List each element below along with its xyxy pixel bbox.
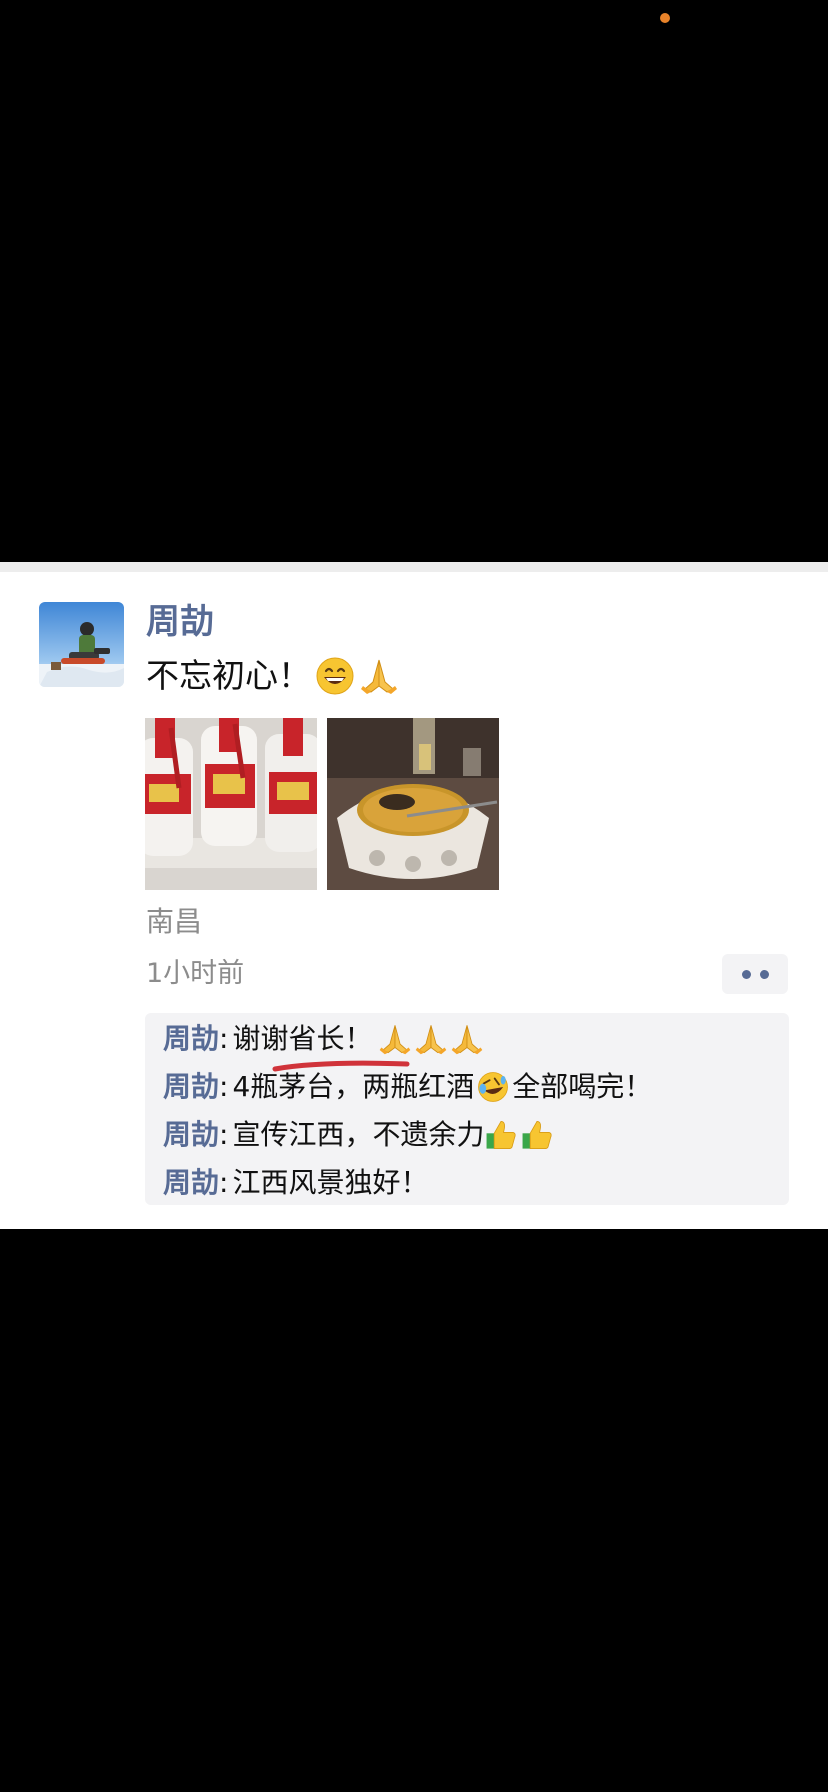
more-dot-icon: [741, 969, 751, 979]
folded-hands-emoji: [452, 1025, 483, 1055]
photo-thumbnail-moutai-bottles[interactable]: [145, 718, 317, 890]
comment-author[interactable]: 周劼: [163, 1115, 219, 1155]
grinning-face-emoji: [316, 657, 354, 695]
folded-hands-emoji: [380, 1025, 411, 1055]
comment-separator: :: [219, 1070, 229, 1103]
photo-thumbnail-dinner-dish[interactable]: [327, 718, 499, 890]
comment-text-tail: 全部喝完！: [512, 1070, 653, 1103]
comment-emoji-group: [378, 1022, 484, 1056]
comment-item[interactable]: 周劼 : 谢谢省长！: [163, 1019, 484, 1072]
comment-separator: :: [219, 1166, 229, 1199]
comment-separator: :: [219, 1022, 229, 1055]
status-indicator-dot: [660, 13, 670, 23]
bottom-dark-area: [0, 1229, 828, 1792]
author-name[interactable]: 周劼: [146, 600, 214, 644]
comment-emoji-group: [484, 1118, 554, 1152]
top-dark-area: [0, 0, 828, 562]
top-separator: [0, 562, 828, 572]
more-actions-button[interactable]: [722, 954, 788, 994]
comment-separator: :: [219, 1118, 229, 1151]
thumbs-up-emoji: [487, 1120, 517, 1150]
location-label[interactable]: 南昌: [146, 902, 202, 942]
comment-author[interactable]: 周劼: [163, 1163, 219, 1203]
more-dot-icon: [759, 969, 769, 979]
comment-item[interactable]: 周劼 : 宣传江西，不遗余力: [163, 1115, 554, 1155]
comments-section: 周劼 : 谢谢省长！ 周劼: 4瓶茅台，两瓶红酒 全部喝完！ 周劼: 宣传江…: [145, 1013, 789, 1205]
comment-item[interactable]: 周劼 : 4瓶茅台，两瓶红酒 全部喝完！: [163, 1067, 652, 1107]
comment-item[interactable]: 周劼 : 江西风景独好！: [163, 1163, 428, 1203]
comment-author[interactable]: 周劼: [163, 1067, 219, 1107]
moment-post-card: 周劼 不忘初心！ 南昌 1小时前 周劼: 谢谢省长！ 周劼: 4瓶茅台，两瓶…: [0, 572, 828, 1229]
rolling-laughing-emoji: [478, 1072, 509, 1102]
folded-hands-emoji: [416, 1025, 447, 1055]
post-text: 不忘初心！: [146, 654, 399, 698]
comment-text: 谢谢省长！: [232, 1022, 373, 1055]
avatar[interactable]: [39, 602, 124, 687]
avatar-image: [39, 602, 124, 687]
thumbs-up-emoji: [523, 1120, 553, 1150]
comment-author[interactable]: 周劼: [163, 1019, 219, 1059]
comment-text: 宣传江西，不遗余力: [232, 1118, 485, 1151]
post-text-content: 不忘初心！: [146, 656, 311, 695]
comment-text: 4瓶茅台，两瓶红酒: [232, 1070, 475, 1103]
photo-image: [145, 718, 317, 890]
post-timestamp: 1小时前: [146, 958, 245, 989]
photo-image: [327, 718, 499, 890]
folded-hands-emoji: [361, 659, 397, 694]
comment-text: 江西风景独好！: [232, 1166, 429, 1199]
